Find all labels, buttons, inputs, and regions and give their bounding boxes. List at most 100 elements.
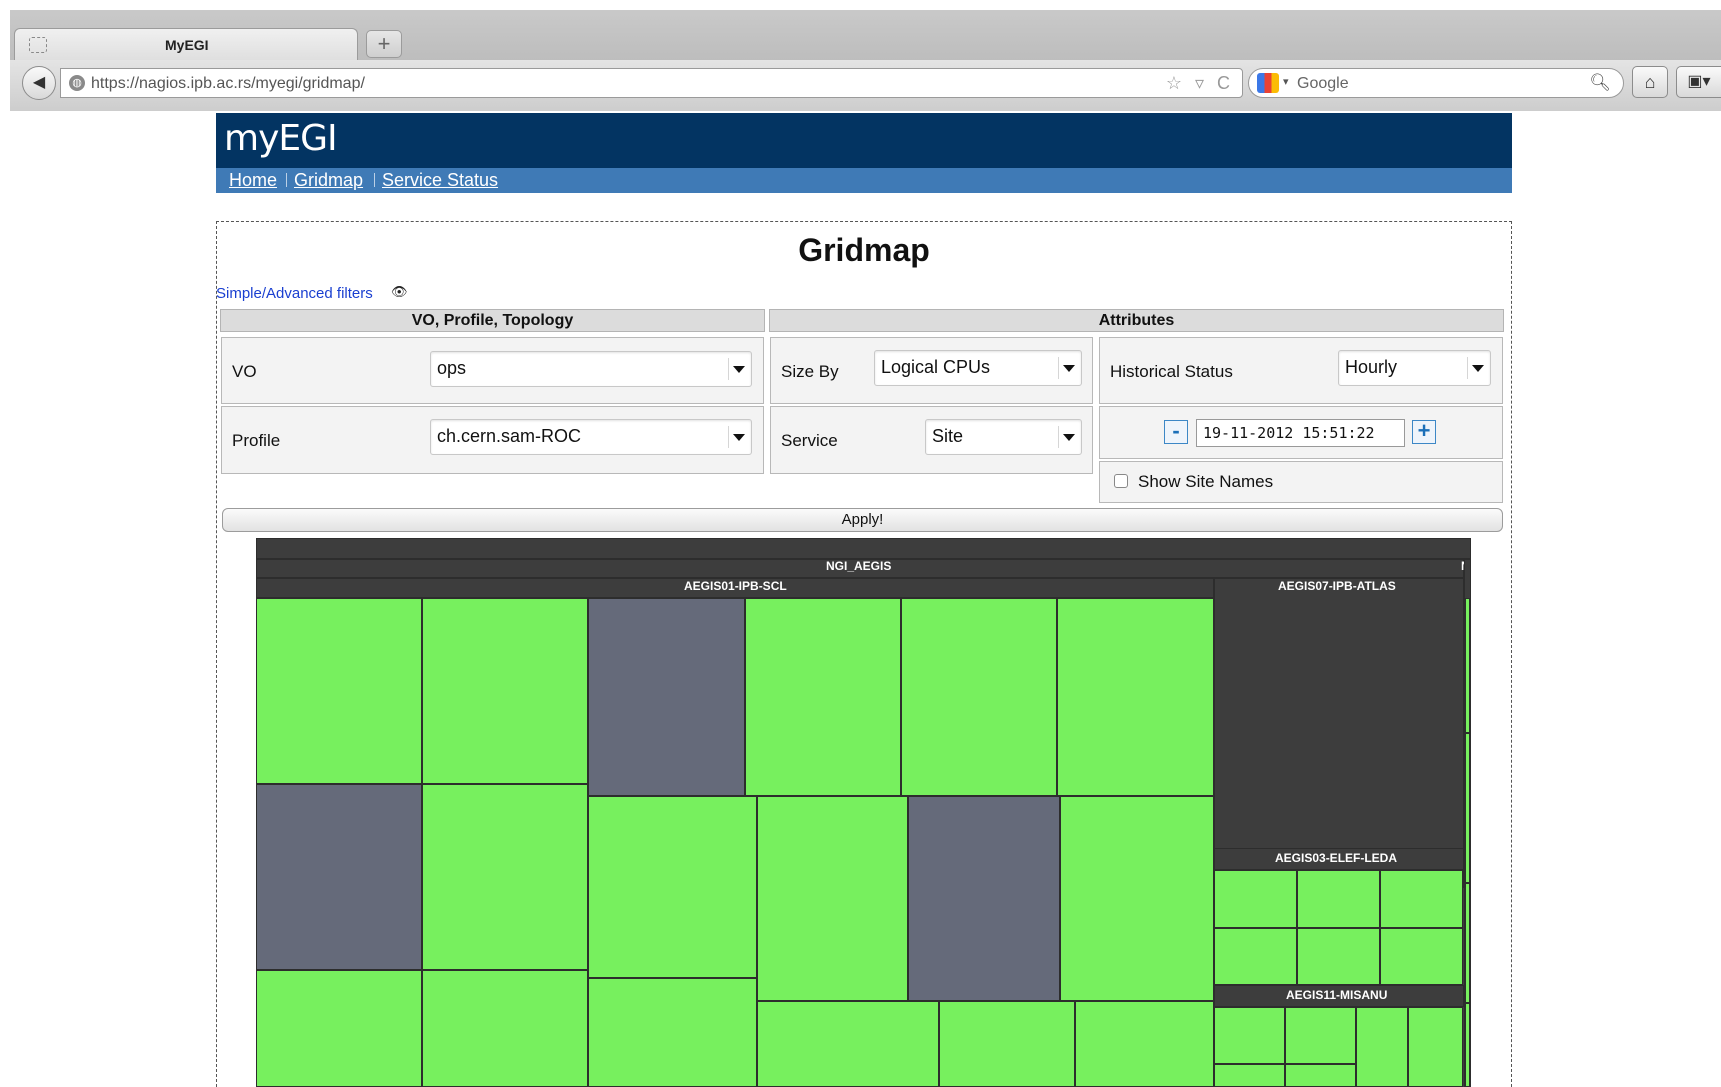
url-bar[interactable]: ◍ https://nagios.ipb.ac.rs/myegi/gridmap… <box>60 68 1243 98</box>
nav-separator <box>374 173 375 187</box>
service-tile[interactable] <box>1465 1003 1470 1087</box>
tab-strip: MyEGI + <box>10 10 1721 62</box>
service-tile[interactable] <box>1465 883 1470 1003</box>
service-tile[interactable] <box>256 598 422 784</box>
datetime-input[interactable]: 19-11-2012 15:51:22 <box>1196 419 1405 447</box>
home-button[interactable]: ⌂ <box>1632 66 1668 98</box>
chevron-down-icon <box>1063 434 1075 441</box>
show-site-names-label[interactable]: Show Site Names <box>1138 472 1273 492</box>
google-logo-icon[interactable] <box>1257 73 1279 93</box>
bookmarks-button[interactable]: ▣▾ <box>1676 66 1721 98</box>
site-header <box>216 113 1512 168</box>
service-select[interactable]: Site <box>925 419 1082 455</box>
service-tile[interactable] <box>745 598 901 796</box>
service-tile[interactable] <box>1214 1064 1285 1087</box>
back-button[interactable]: ◀ <box>22 66 56 100</box>
vo-select[interactable]: ops <box>430 351 752 387</box>
service-tile[interactable] <box>1214 1007 1285 1064</box>
show-site-names-checkbox[interactable] <box>1114 474 1128 488</box>
service-tile[interactable] <box>422 784 588 970</box>
search-engine-dropdown-icon[interactable]: ▾ <box>1283 75 1289 88</box>
nav-service-status-link[interactable]: Service Status <box>382 170 498 191</box>
nav-gridmap-link[interactable]: Gridmap <box>294 170 363 191</box>
service-tile[interactable] <box>588 978 757 1087</box>
service-label: Service <box>781 431 838 450</box>
service-tile[interactable] <box>1297 928 1380 985</box>
search-bar[interactable]: ▾ Google 🔍︎ <box>1248 68 1624 98</box>
site-scl-label: AEGIS01-IPB-SCL <box>684 579 787 593</box>
nav-separator <box>286 173 287 187</box>
size-by-select[interactable]: Logical CPUs <box>874 350 1082 386</box>
service-tile[interactable] <box>422 598 588 784</box>
service-tile[interactable] <box>588 796 757 978</box>
service-tile[interactable] <box>588 598 745 796</box>
service-tile[interactable] <box>1465 733 1470 883</box>
page-title: Gridmap <box>798 232 930 268</box>
search-icon[interactable]: 🔍︎ <box>1589 73 1611 93</box>
eye-icon[interactable]: 👁︎ <box>391 284 408 300</box>
tab-title: MyEGI <box>165 37 209 53</box>
service-tile[interactable] <box>256 784 422 970</box>
vo-profile-topology-header: VO, Profile, Topology <box>220 309 765 332</box>
search-placeholder[interactable]: Google <box>1297 75 1349 93</box>
historical-status-label: Historical Status <box>1110 362 1233 381</box>
decrement-time-button[interactable]: - <box>1164 420 1188 444</box>
service-tile[interactable] <box>1408 1007 1463 1087</box>
service-select-value: Site <box>932 426 964 446</box>
site-misanu-label: AEGIS11-MISANU <box>1286 988 1388 1002</box>
profile-select[interactable]: ch.cern.sam-ROC <box>430 419 752 455</box>
service-tile[interactable] <box>1297 870 1380 928</box>
service-tile[interactable] <box>1075 1001 1214 1087</box>
apply-button[interactable]: Apply! <box>222 508 1503 532</box>
service-tile[interactable] <box>422 970 588 1087</box>
bookmark-star-reload-icons[interactable]: ☆ ▿ C <box>1166 73 1234 94</box>
service-tile[interactable] <box>1285 1007 1356 1064</box>
navigation-toolbar: ◀ ◍ https://nagios.ipb.ac.rs/myegi/gridm… <box>10 60 1721 111</box>
new-tab-button[interactable]: + <box>366 30 402 58</box>
service-tile[interactable] <box>256 970 422 1087</box>
gridmap-treemap: NGI_AEGIS N AEGIS01-IPB-SCL AEGIS07-IPB-… <box>256 538 1471 1087</box>
browser-tab[interactable]: MyEGI <box>14 28 358 62</box>
home-icon: ⌂ <box>1644 72 1656 92</box>
service-tile[interactable] <box>1214 928 1297 985</box>
back-arrow-icon: ◀ <box>32 74 46 91</box>
service-tile[interactable] <box>1060 796 1214 1001</box>
select-separator <box>1058 357 1059 379</box>
service-tile[interactable] <box>1214 870 1297 928</box>
service-tile[interactable] <box>1285 1064 1356 1087</box>
url-text[interactable]: https://nagios.ipb.ac.rs/myegi/gridmap/ <box>91 75 365 93</box>
increment-time-button[interactable]: + <box>1412 420 1436 444</box>
site-atlas-label-overlay: AEGIS07-IPB-ATLAS <box>1278 579 1396 593</box>
service-tile[interactable] <box>757 796 908 1001</box>
site-identity-icon[interactable]: ◍ <box>69 75 85 91</box>
service-tile[interactable] <box>1380 870 1463 928</box>
attributes-header: Attributes <box>769 309 1504 332</box>
service-tile[interactable] <box>901 598 1057 796</box>
profile-label: Profile <box>232 431 281 450</box>
size-by-select-value: Logical CPUs <box>881 357 991 377</box>
select-separator <box>728 426 729 448</box>
browser-chrome: MyEGI + ◀ ◍ https://nagios.ipb.ac.rs/mye… <box>10 10 1721 111</box>
simple-advanced-filters-link[interactable]: Simple/Advanced filters <box>216 285 373 302</box>
profile-select-value: ch.cern.sam-ROC <box>437 426 582 446</box>
select-separator <box>728 358 729 380</box>
service-tile[interactable] <box>1057 598 1214 796</box>
size-by-label: Size By <box>781 362 839 381</box>
vo-select-value: ops <box>437 358 467 378</box>
service-tile[interactable] <box>1465 598 1470 733</box>
site-atlas-block[interactable] <box>1214 578 1464 888</box>
historical-status-select-value: Hourly <box>1345 357 1398 377</box>
nav-home-link[interactable]: Home <box>229 170 277 191</box>
historical-status-select[interactable]: Hourly <box>1338 350 1491 386</box>
select-separator <box>1058 426 1059 448</box>
service-tile[interactable] <box>757 1001 939 1087</box>
ngi-label: NGI_AEGIS <box>826 559 892 573</box>
service-tile[interactable] <box>1380 928 1463 985</box>
service-tile[interactable] <box>939 1001 1075 1087</box>
favicon-icon <box>29 37 47 53</box>
chevron-down-icon <box>733 434 745 441</box>
myegi-logo[interactable]: myEGI <box>224 118 338 159</box>
select-separator <box>1467 357 1468 379</box>
service-tile[interactable] <box>908 796 1060 1001</box>
service-tile[interactable] <box>1356 1007 1408 1087</box>
